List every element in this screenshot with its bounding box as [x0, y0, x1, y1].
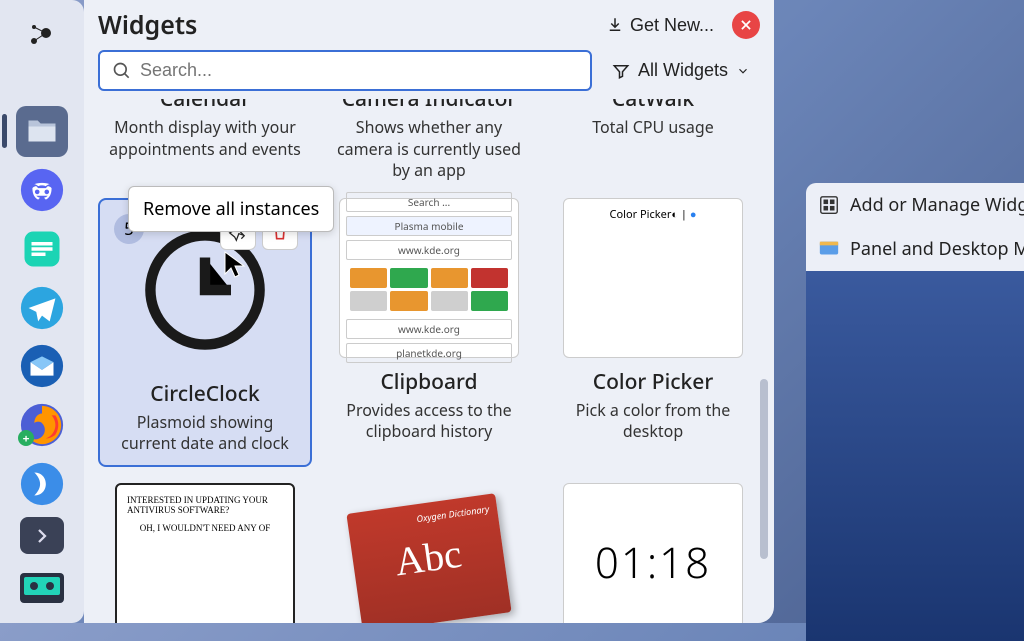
widgets-icon [818, 194, 840, 216]
widgets-panel: Widgets Get New... All Widgets Calendar [84, 0, 774, 623]
widget-comic[interactable]: INTERESTED IN UPDATING YOUR ANTIVIRUS SO… [98, 483, 312, 623]
digital-clock-preview: 01:18 [563, 483, 743, 623]
desktop-icon [818, 238, 840, 260]
taskbar-kate[interactable] [16, 458, 68, 509]
widget-circleclock[interactable]: 5 CircleClock Plasmoid showing current d… [98, 198, 312, 467]
taskbar-expand[interactable] [20, 517, 64, 554]
taskbar-chat[interactable] [16, 223, 68, 274]
search-icon [112, 61, 132, 81]
tooltip-remove-instances: Remove all instances [128, 186, 334, 232]
download-icon [606, 16, 624, 34]
filter-button[interactable]: All Widgets [602, 50, 760, 91]
close-icon [739, 18, 753, 32]
panel-title: Widgets [98, 8, 197, 42]
get-new-button[interactable]: Get New... [598, 11, 722, 40]
widget-digital-clock[interactable]: 01:18 [546, 483, 760, 623]
color-picker-preview: Color Picker◐ | ● [563, 198, 743, 358]
clipboard-preview: Search ... Plasma mobile www.kde.org www… [339, 198, 519, 358]
app-launcher[interactable] [16, 10, 68, 61]
widget-clipboard[interactable]: Search ... Plasma mobile www.kde.org www… [322, 198, 536, 467]
taskbar-discord[interactable] [16, 165, 68, 216]
taskbar-files[interactable] [16, 106, 68, 157]
taskbar-cassette[interactable] [16, 562, 68, 613]
widget-camera-indicator[interactable]: Camera Indicator Shows whether any camer… [322, 99, 536, 182]
desktop-context-menu: Add or Manage Widgets Panel and Desktop … [806, 183, 1024, 641]
search-box[interactable] [98, 50, 592, 91]
taskbar: + [0, 0, 84, 623]
filter-icon [612, 62, 630, 80]
wallpaper-preview [806, 271, 1024, 641]
dictionary-preview: Oxygen Dictionary Abc [339, 483, 519, 623]
widget-color-picker[interactable]: Color Picker◐ | ● Color Picker Pick a co… [546, 198, 760, 467]
widget-dictionary[interactable]: Oxygen Dictionary Abc [322, 483, 536, 623]
taskbar-thunderbird[interactable] [16, 341, 68, 392]
scrollbar[interactable] [760, 379, 768, 559]
search-input[interactable] [140, 60, 578, 81]
widget-calendar[interactable]: Calendar Month display with your appoint… [98, 99, 312, 182]
context-panel-desktop[interactable]: Panel and Desktop Management [806, 227, 1024, 271]
close-button[interactable] [732, 11, 760, 39]
comic-preview: INTERESTED IN UPDATING YOUR ANTIVIRUS SO… [115, 483, 295, 623]
chevron-down-icon [736, 64, 750, 78]
taskbar-telegram[interactable] [16, 282, 68, 333]
context-add-widgets[interactable]: Add or Manage Widgets [806, 183, 1024, 227]
widget-catwalk[interactable]: CatWalk Total CPU usage [546, 99, 760, 182]
taskbar-firefox[interactable]: + [16, 400, 68, 451]
